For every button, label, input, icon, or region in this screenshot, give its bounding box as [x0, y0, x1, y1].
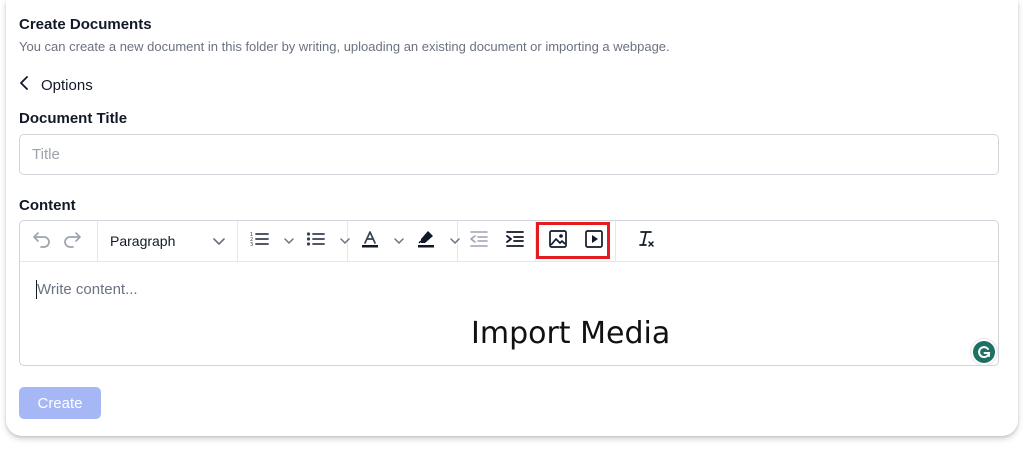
chevron-down-icon — [213, 233, 225, 249]
create-button[interactable]: Create — [19, 387, 101, 419]
chevron-left-icon — [19, 76, 31, 95]
redo-button[interactable] — [60, 228, 84, 254]
options-label: Options — [41, 77, 93, 94]
text-color-dropdown[interactable] — [394, 237, 404, 245]
content-placeholder: Write content... — [37, 281, 138, 298]
redo-icon — [62, 230, 82, 253]
import-media-annotation: Import Media — [471, 316, 671, 351]
indent-group — [458, 221, 536, 261]
highlight-button[interactable] — [414, 228, 438, 254]
bullet-list-icon — [306, 230, 326, 253]
content-editor: Paragraph 123 Write content... Import Me… — [19, 220, 999, 366]
document-title-input[interactable] — [19, 134, 999, 175]
highlight-icon — [416, 229, 436, 254]
panel-subtitle: You can create a new document in this fo… — [19, 39, 670, 54]
paragraph-select-label: Paragraph — [110, 233, 176, 249]
ordered-list-dropdown[interactable] — [284, 237, 294, 245]
outdent-icon — [469, 230, 489, 253]
content-area[interactable]: Write content... Import Media — [20, 262, 998, 365]
ordered-list-icon: 123 — [250, 230, 270, 253]
text-color-icon — [360, 229, 380, 254]
clear-format-group — [616, 221, 676, 261]
outdent-button[interactable] — [467, 228, 491, 254]
panel-title: Create Documents — [19, 16, 152, 33]
grammarly-button[interactable] — [971, 339, 997, 365]
editor-toolbar: Paragraph 123 — [20, 221, 998, 262]
undo-icon — [32, 230, 52, 253]
clear-format-icon — [636, 229, 656, 254]
color-group — [348, 221, 460, 261]
indent-icon — [505, 230, 525, 253]
options-back-button[interactable]: Options — [19, 76, 93, 95]
svg-text:3: 3 — [250, 242, 253, 248]
text-color-button[interactable] — [358, 228, 382, 254]
paragraph-select[interactable]: Paragraph — [108, 228, 227, 254]
ordered-list-button[interactable]: 123 — [248, 228, 272, 254]
indent-button[interactable] — [503, 228, 527, 254]
media-highlight-box — [536, 222, 610, 259]
clear-format-button[interactable] — [634, 228, 658, 254]
history-group — [20, 221, 98, 261]
grammarly-icon — [973, 341, 995, 363]
bullet-list-button[interactable] — [304, 228, 328, 254]
list-group: 123 — [238, 221, 350, 261]
content-label: Content — [19, 197, 76, 214]
create-documents-panel: Create Documents You can create a new do… — [6, 0, 1018, 436]
undo-button[interactable] — [30, 228, 54, 254]
block-format-group: Paragraph — [98, 221, 238, 261]
document-title-label: Document Title — [19, 110, 128, 127]
